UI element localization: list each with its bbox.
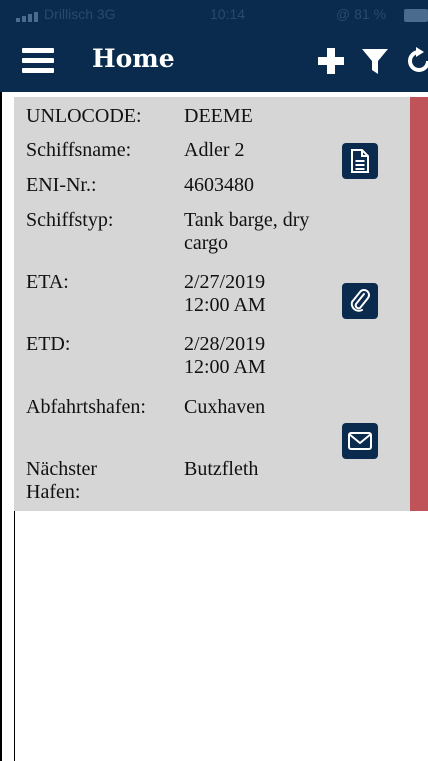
nav-actions [312, 42, 428, 80]
row-vessel-type: Schiffstyp: Tank barge, dry cargo [26, 209, 314, 255]
row-eta: ETA: 2/27/2019 12:00 AM [26, 271, 314, 317]
clock: 10:14 [210, 6, 246, 22]
refresh-icon[interactable] [400, 42, 428, 80]
battery-percent: @ 81 % [336, 6, 387, 22]
status-stripe [410, 97, 428, 511]
field-value: DEEME [184, 105, 253, 127]
plus-icon[interactable] [312, 42, 350, 80]
battery-icon [404, 9, 428, 22]
page-title: Home [92, 44, 175, 73]
document-button[interactable] [342, 143, 378, 179]
row-departure-port: Abfahrtshafen: Cuxhaven [26, 396, 334, 419]
row-etd: ETD: 2/28/2019 12:00 AM [26, 333, 314, 379]
field-value: Adler 2 [184, 139, 245, 161]
mail-icon [348, 432, 372, 450]
nav-bar: Home [0, 30, 428, 92]
mail-button[interactable] [342, 423, 378, 459]
menu-icon[interactable] [22, 48, 58, 74]
filter-icon[interactable] [356, 42, 394, 80]
field-value: 4603480 [184, 174, 254, 196]
field-label: ENI-Nr.: [26, 174, 97, 196]
content-edge [14, 511, 15, 761]
field-label: ETD: [26, 333, 71, 355]
row-eni-number: ENI-Nr.: 4603480 [26, 174, 334, 197]
field-label: ETA: [26, 271, 69, 293]
row-unlocode: UNLOCODE: DEEME [26, 105, 334, 128]
field-label: Schiffsname: [26, 139, 132, 161]
document-icon [351, 149, 369, 173]
field-value: Cuxhaven [184, 396, 266, 418]
attachment-button[interactable] [342, 283, 378, 319]
field-label: Nächster Hafen: [26, 458, 98, 503]
screen-edge [0, 0, 2, 761]
vessel-card[interactable]: UNLOCODE: DEEME Schiffsname: Adler 2 ENI… [14, 97, 428, 511]
field-value: 2/28/2019 12:00 AM [184, 333, 266, 378]
row-vessel-name: Schiffsname: Adler 2 [26, 139, 334, 162]
field-value: 2/27/2019 12:00 AM [184, 271, 266, 316]
field-label: UNLOCODE: [26, 105, 142, 127]
row-next-port: Nächster Hafen: Butzfleth [26, 458, 334, 504]
field-value: Tank barge, dry cargo [184, 209, 310, 254]
status-bar: Drillisch 3G 10:14 @ 81 % [0, 0, 428, 30]
field-value: Butzfleth [184, 458, 259, 480]
carrier-label: Drillisch 3G [44, 6, 116, 22]
signal-icon [16, 12, 38, 22]
field-label: Schiffstyp: [26, 209, 114, 231]
field-label: Abfahrtshafen: [26, 396, 146, 418]
paperclip-icon [350, 289, 370, 312]
